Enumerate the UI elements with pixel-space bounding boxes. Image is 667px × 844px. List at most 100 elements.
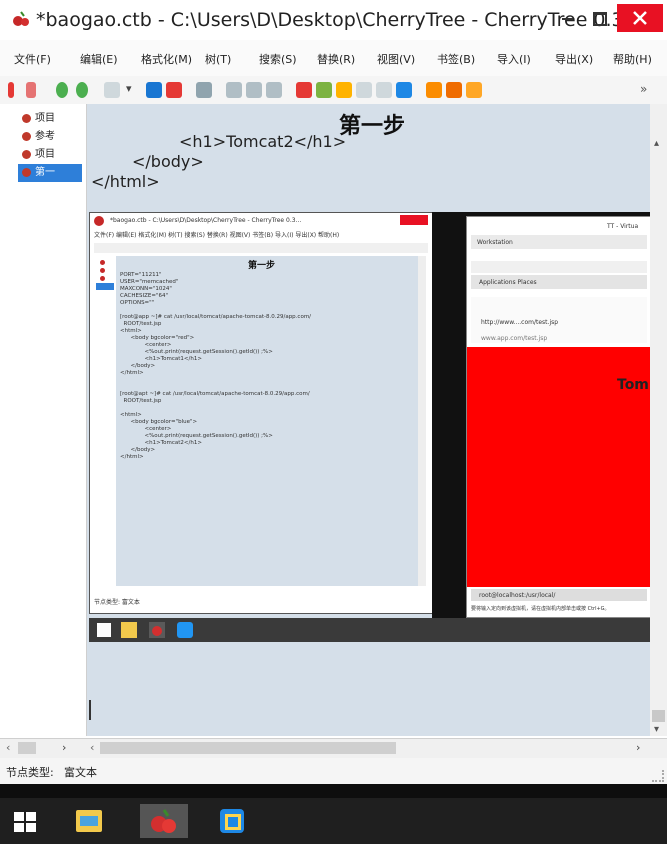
window-title: *baogao.ctb - C:\Users\D\Desktop\CherryT… [36,9,642,31]
embedded-cherry-icon [149,622,165,638]
editor-heading: 第一步 [339,114,406,139]
embedded-tree [94,256,116,586]
maximize-button[interactable] [584,4,614,32]
menu-replace[interactable]: 替换(R) [317,51,355,67]
tree-scroll-thumb[interactable] [18,742,36,754]
list-todo-icon[interactable] [266,82,282,98]
vm-tab-label: Workstation [477,239,513,246]
cherry-node-icon [22,149,31,159]
title-bar: *baogao.ctb - C:\Users\D\Desktop\CherryT… [0,0,667,40]
cherrytree-taskbar-button[interactable] [140,804,188,838]
list-numbered-icon[interactable] [246,82,262,98]
editor-scroll-thumb[interactable] [100,742,396,754]
tree-node[interactable]: 参考 [22,128,82,146]
menu-edit[interactable]: 编辑(E) [80,51,118,67]
embedded-editor: 第一步 PORT="11211" USER="memcached" MAXCON… [116,256,418,586]
node-type-label: 节点类型: [6,766,54,779]
open-icon[interactable] [104,82,120,98]
embedded-screenshot-vm: TT - Virtua Workstation Applications Pla… [466,216,652,618]
embedded-taskbar [89,618,650,642]
insert-special-char-icon[interactable] [336,82,352,98]
cherry-app-icon [13,11,29,26]
tree-node[interactable]: 项目 [22,146,82,164]
embedded-folder-icon [121,622,137,638]
vm-address-bar: www.app.com/test.jsp [481,335,548,342]
export-icon[interactable] [446,82,462,98]
text-cursor [89,700,91,720]
find-icon[interactable] [196,82,212,98]
insert-link-icon[interactable] [356,82,372,98]
embedded-start-icon [97,623,111,637]
desktop-strip [0,784,667,798]
vm-status-hint: 要将输入定向到该虚拟机，请在虚拟机内部单击或按 Ctrl+G。 [471,606,610,612]
menu-view[interactable]: 视图(V) [377,51,415,67]
tree-scroll-left-icon[interactable]: ‹ [6,741,10,754]
embedded-toolbar [94,243,428,253]
vm-applications-menu: Applications Places [479,279,537,286]
vm-page-red-background: Tom [467,347,651,587]
insert-anchor-icon[interactable] [396,82,412,98]
menu-search[interactable]: 搜索(S) [259,51,297,67]
horizontal-scrollbars: ‹ › ‹ › [0,738,667,759]
overflow-chevron-icon[interactable]: » [640,82,656,98]
import-icon[interactable] [426,82,442,98]
embedded-vm-icon [177,622,193,638]
tree-scroll-right-icon[interactable]: › [62,741,66,754]
vm-terminal-task: root@localhost:/usr/local/ [479,592,556,599]
insert-table-icon[interactable] [316,82,332,98]
insert-code-icon[interactable] [376,82,392,98]
go-forward-icon[interactable] [76,82,88,98]
editor-scroll-right-icon[interactable]: › [636,741,640,754]
maximize-icon [593,12,607,26]
insert-image-icon[interactable] [296,82,312,98]
menu-help[interactable]: 帮助(H) [613,51,652,67]
scroll-thumb[interactable] [652,710,665,722]
node-type-value: 富文本 [64,766,97,779]
cherry-app-icon [94,216,104,226]
vertical-scrollbar[interactable]: ▴ ▾ [650,104,667,736]
menu-import[interactable]: 导入(I) [497,51,531,67]
vm-window-title: TT - Virtua [607,223,639,230]
menu-bookmarks[interactable]: 书签(B) [437,51,475,67]
editor-code-line: </body> [132,152,204,171]
editor-scroll-left-icon[interactable]: ‹ [90,741,94,754]
minimize-icon [562,18,573,20]
tree-node-selected[interactable]: 第一 [18,164,82,182]
close-icon [633,11,647,25]
cherry-icon [151,809,176,833]
menu-tree[interactable]: 树(T) [205,51,231,67]
vm-page-heading: Tom [617,377,649,393]
status-bar: 节点类型: 富文本 [0,758,667,784]
folder-icon [76,810,102,832]
tree-node[interactable]: 项目 [22,110,82,128]
menu-file[interactable]: 文件(F) [14,51,51,67]
scroll-down-icon[interactable]: ▾ [654,724,659,735]
menu-format[interactable]: 格式化(M) [141,51,192,67]
save-icon[interactable] [146,82,162,98]
vm-browser-tab: http://www....com/test.jsp [481,319,559,326]
add-subnode-icon[interactable] [26,82,36,98]
menu-export[interactable]: 导出(X) [555,51,593,67]
windows-start-icon[interactable] [14,812,36,832]
node-tree: 项目 参考 项目 第一 [0,104,87,736]
export-pdf-icon[interactable] [166,82,182,98]
close-button[interactable] [617,4,663,32]
resize-grip-icon[interactable] [652,770,664,782]
minimize-button[interactable] [552,4,582,32]
vmware-taskbar-button[interactable] [212,804,252,838]
scroll-up-icon[interactable]: ▴ [654,138,659,149]
dropdown-icon[interactable]: ▾ [126,82,142,98]
add-node-icon[interactable] [8,82,14,98]
embedded-status: 节点类型: 富文本 [94,599,140,606]
go-back-icon[interactable] [56,82,68,98]
vm-tabs [471,261,647,273]
embedded-window-title: *baogao.ctb - C:\Users\D\Desktop\CherryT… [110,217,302,224]
toggle-icon[interactable] [466,82,482,98]
embedded-heading: 第一步 [248,261,276,271]
embedded-screenshot-cherrytree: *baogao.ctb - C:\Users\D\Desktop\CherryT… [89,212,434,614]
list-bulleted-icon[interactable] [226,82,242,98]
windows-taskbar [0,798,667,844]
embedded-close-button [400,215,428,225]
toolbar: ▾ » [0,76,667,105]
file-explorer-taskbar-button[interactable] [68,804,108,838]
